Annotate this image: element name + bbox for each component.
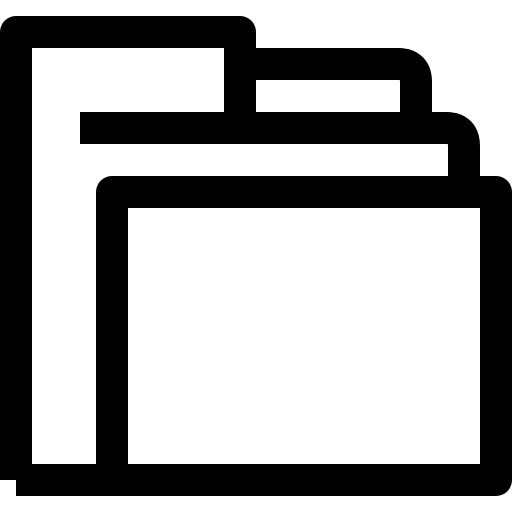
folder-icon (0, 0, 512, 512)
icon-canvas (0, 0, 512, 512)
